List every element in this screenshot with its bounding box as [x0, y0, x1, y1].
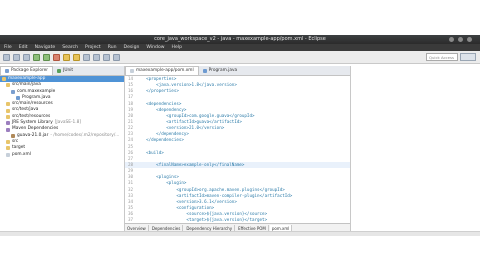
tree-item-detail: [JavaSE-1.8]	[54, 120, 82, 126]
outline-panel	[350, 66, 480, 231]
editor-area: maxexample-app/pom.xml Program.java 14 <…	[125, 66, 350, 233]
menu-search[interactable]: Search	[62, 44, 78, 51]
folder-icon	[6, 108, 10, 113]
tab-junit[interactable]: JUnit	[53, 67, 77, 75]
folder-icon	[2, 77, 6, 82]
tab-label: Package Explorer	[11, 68, 49, 73]
package-explorer-panel: Package Explorer JUnit maxexample-app sr…	[0, 66, 125, 231]
xml-file-icon	[130, 69, 134, 73]
menu-project[interactable]: Project	[85, 44, 101, 51]
eclipse-window: core_java_workspace_v2 - java - maxexamp…	[0, 0, 480, 270]
debug-icon[interactable]	[33, 53, 40, 61]
window-titlebar: core_java_workspace_v2 - java - maxexamp…	[0, 35, 480, 44]
close-button[interactable]	[467, 37, 472, 42]
editor-tabs: maxexample-app/pom.xml Program.java	[125, 66, 350, 76]
folder-icon	[6, 146, 10, 151]
tab-pom-xml[interactable]: maxexample-app/pom.xml	[125, 66, 199, 75]
tree-item-pom-xml[interactable]: pom.xml	[0, 152, 124, 158]
menu-help[interactable]: Help	[172, 44, 182, 51]
back-icon[interactable]	[103, 53, 110, 61]
tab-package-explorer[interactable]: Package Explorer	[0, 66, 54, 75]
folder-icon	[6, 102, 10, 107]
tab-label: Program.java	[208, 68, 238, 73]
new-icon[interactable]	[3, 53, 10, 61]
menu-navigate[interactable]: Navigate	[35, 44, 56, 51]
file-icon	[6, 152, 10, 157]
window-title: core_java_workspace_v2 - java - maxexamp…	[154, 36, 326, 42]
tree-item-label: pom.xml	[12, 151, 31, 157]
java-icon	[16, 96, 20, 101]
forward-icon[interactable]	[113, 53, 120, 61]
tab-program-java[interactable]: Program.java	[199, 67, 242, 75]
tab-label: maxexample-app/pom.xml	[136, 68, 194, 73]
minimize-button[interactable]	[449, 37, 454, 42]
print-icon[interactable]	[23, 53, 30, 61]
folder-icon	[6, 114, 10, 119]
package-explorer-tabs: Package Explorer JUnit	[0, 66, 124, 76]
tree-item-guava-jar[interactable]: guava-21.0.jar - /home/codes/.m2/reposit…	[0, 133, 124, 139]
folder-icon	[6, 83, 10, 88]
maximize-button[interactable]	[458, 37, 463, 42]
new-java-class-icon[interactable]	[73, 53, 80, 61]
package-icon	[5, 69, 9, 73]
quick-access-field[interactable]: Quick Access	[426, 53, 458, 61]
jar-icon	[11, 133, 15, 138]
menu-design[interactable]: Design	[124, 44, 140, 51]
external-tools-icon[interactable]	[53, 53, 60, 61]
main-toolbar	[0, 51, 480, 64]
menu-run[interactable]: Run	[108, 44, 117, 51]
perspective-switcher-icon[interactable]	[460, 53, 476, 61]
menu-file[interactable]: File	[4, 44, 12, 51]
menu-window[interactable]: Window	[146, 44, 164, 51]
menu-edit[interactable]: Edit	[19, 44, 28, 51]
project-tree: maxexample-app src/main/java com.maxexam…	[0, 76, 124, 158]
tree-item-label: guava-21.0.jar	[17, 132, 49, 138]
menu-bar: File Edit Navigate Search Project Run De…	[0, 44, 480, 51]
tab-label: JUnit	[63, 68, 74, 73]
run-icon[interactable]	[43, 53, 50, 61]
junit-icon	[57, 69, 62, 73]
java-icon	[202, 69, 207, 73]
new-java-package-icon[interactable]	[63, 53, 70, 61]
search-icon[interactable]	[93, 53, 100, 61]
status-bar	[0, 231, 480, 236]
code-editor[interactable]: 14 <properties> 15 <java.version>1.8</ja…	[125, 76, 350, 222]
library-icon	[6, 127, 10, 132]
package-icon	[11, 89, 15, 94]
library-icon	[6, 121, 10, 126]
window-controls	[449, 35, 472, 44]
tree-item-detail: - /home/codes/.m2/repository/...	[50, 132, 120, 138]
open-type-icon[interactable]	[83, 53, 90, 61]
save-icon[interactable]	[13, 53, 20, 61]
folder-icon	[6, 140, 10, 145]
